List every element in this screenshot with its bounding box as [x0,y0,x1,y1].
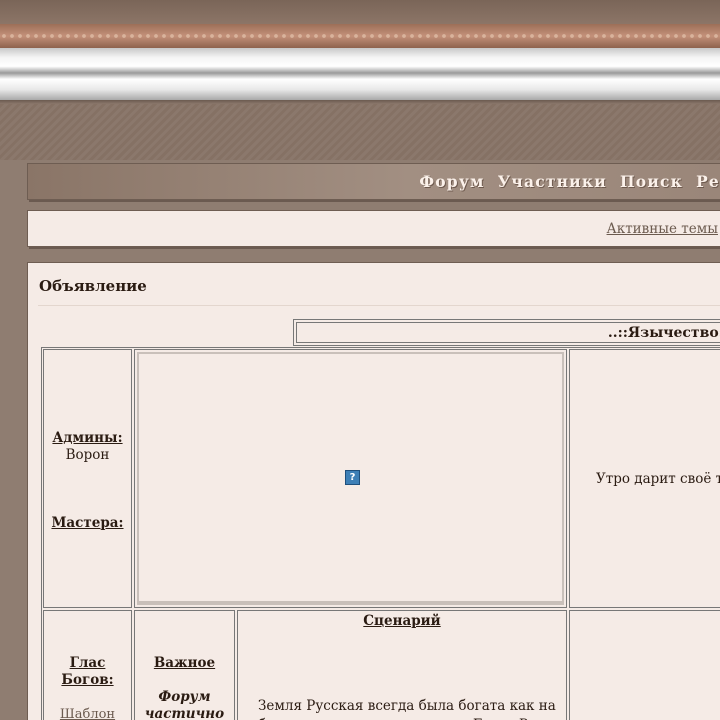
header-shadow-band [0,100,720,160]
morning-text: Утро дарит своё те [596,470,720,487]
scenario-label: Сценарий [363,613,441,629]
header-top-band [0,0,720,24]
nav-members[interactable]: Участники [498,172,607,191]
admins-label: Админы: [52,430,123,446]
important-text-2: частично [144,706,225,720]
gods-voice-label-2: Богов: [61,672,114,688]
staff-cell: Админы: Ворон Мастера: [43,349,132,608]
banner-image-cell: ? [134,349,567,608]
announcement-panel: Объявление ..::Язычество:: Админы: Ворон… [27,262,720,720]
banner-image-frame: ? [137,352,564,605]
nav-search[interactable]: Поиск [620,172,683,191]
active-topics-link[interactable]: Активные темы [607,221,718,237]
template-link[interactable]: Шаблон [44,707,131,720]
right-info-cell [569,610,720,720]
important-label: Важное [153,655,216,671]
morning-text-cell: Утро дарит своё те [569,349,720,608]
quick-links-bar: Активные темы [27,210,720,247]
important-text-1: Форум [158,689,211,705]
admins-value: Ворон [65,447,110,463]
gods-voice-label-1: Глас [69,655,106,671]
announcement-title: Объявление [39,277,147,295]
scenario-cell: Сценарий Земля Русская всегда была богат… [237,610,567,720]
header-bead-border [0,24,720,48]
masters-label: Мастера: [51,515,124,531]
announcement-divider [38,305,720,306]
important-cell: Важное Форум частично [134,610,235,720]
broken-image-icon: ? [345,470,360,485]
main-navigation: Форум Участники Поиск Ре [27,163,720,200]
announcement-header-text: ..::Язычество:: [296,322,720,343]
gods-voice-cell: Глас Богов: Шаблон [43,610,132,720]
scenario-text: Земля Русская всегда была богата как на … [258,698,556,720]
announcement-header-cell: ..::Язычество:: [293,319,720,346]
header-chrome-band [0,48,720,100]
nav-register[interactable]: Ре [696,172,720,191]
nav-forum[interactable]: Форум [419,172,484,191]
